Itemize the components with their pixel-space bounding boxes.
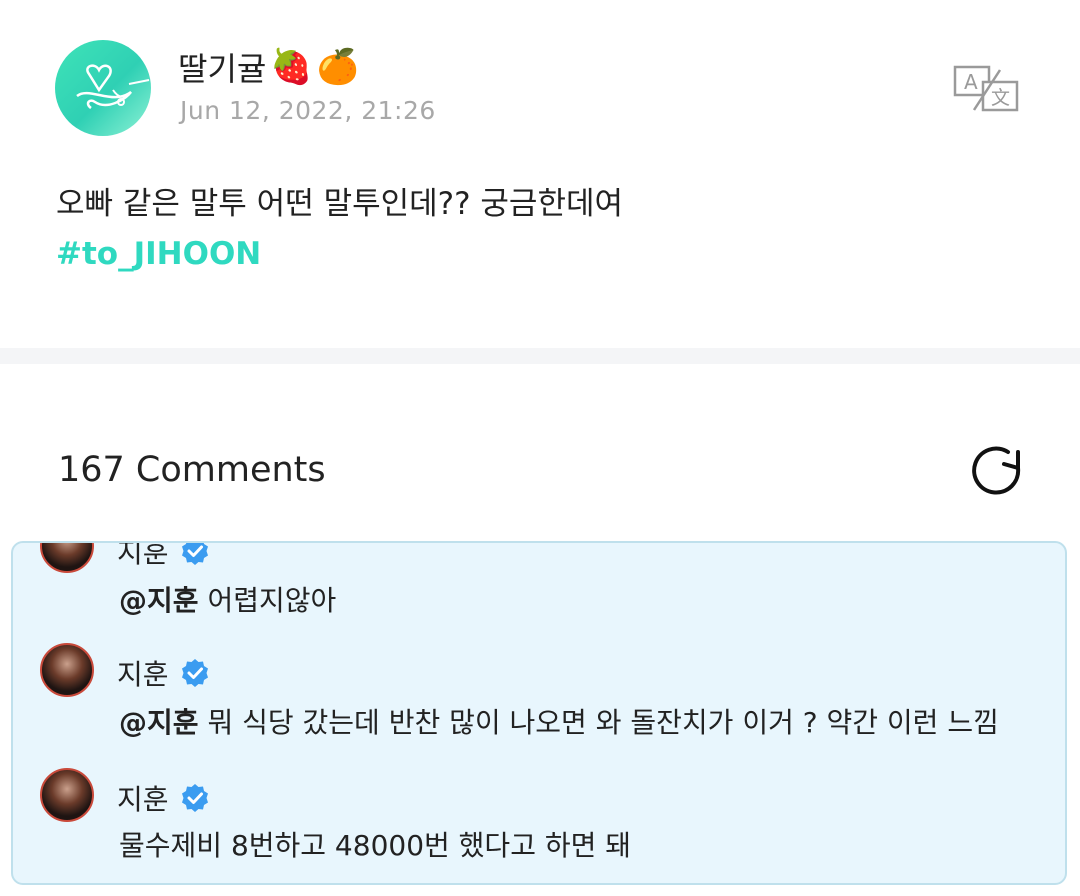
- post-date: Jun 12, 2022, 21:26: [180, 96, 436, 125]
- comments-count: 167 Comments: [58, 450, 326, 490]
- post-text: 오빠 같은 말투 어떤 말투인데?? 궁금한데여: [56, 186, 624, 222]
- section-divider: [0, 348, 1080, 364]
- svg-text:A: A: [964, 70, 978, 94]
- verified-badge-icon: [181, 543, 208, 565]
- commenter-name-row: 지훈: [117, 543, 211, 571]
- comment-body: 어렵지않아: [207, 584, 337, 617]
- strawberry-emoji: 🍓: [270, 47, 313, 87]
- hashtag-link[interactable]: #to_JIHOON: [56, 236, 261, 272]
- commenter-avatar[interactable]: [40, 543, 94, 573]
- commenter-name[interactable]: 지훈: [117, 653, 169, 693]
- translate-button[interactable]: A 文: [952, 64, 1022, 114]
- mention-link[interactable]: @지훈: [119, 706, 199, 739]
- tangerine-emoji: 🍊: [316, 47, 360, 87]
- author-name[interactable]: 딸기귤 🍓 🍊: [178, 44, 359, 90]
- svg-text:文: 文: [991, 87, 1010, 109]
- verified-badge-icon: [181, 659, 208, 687]
- author-avatar[interactable]: [55, 40, 151, 136]
- post-card: 딸기귤 🍓 🍊 Jun 12, 2022, 21:26 A 文 오빠 같은 말투…: [0, 0, 1080, 348]
- comment-body: 뭐 식당 갔는데 반찬 많이 나오면 와 돌잔치가 이거 ? 약간 이런 느낌: [207, 706, 999, 739]
- mention-link[interactable]: @지훈: [119, 584, 199, 617]
- comment-body: 물수제비 8번하고 48000번 했다고 하면 돼: [119, 829, 632, 862]
- refresh-icon: [972, 446, 1021, 495]
- author-name-text: 딸기귤: [178, 50, 267, 88]
- heart-logo-icon: [76, 64, 150, 110]
- translate-icon: A 文: [953, 65, 1019, 112]
- refresh-button[interactable]: [968, 442, 1028, 498]
- commenter-name-row: 지훈: [117, 778, 211, 818]
- comment-text: 물수제비 8번하고 48000번 했다고 하면 돼: [119, 824, 631, 864]
- comment-thread[interactable]: 지훈 @지훈 어렵지않아 지훈 @지훈 뭐 식당 갔는데 반찬 많이 나오면 와…: [11, 541, 1067, 885]
- commenter-name-row: 지훈: [117, 653, 211, 693]
- commenter-avatar[interactable]: [40, 643, 94, 697]
- verified-badge-icon: [181, 784, 208, 812]
- comment-text: @지훈 어렵지않아: [119, 579, 336, 619]
- commenter-avatar[interactable]: [40, 768, 94, 822]
- commenter-name[interactable]: 지훈: [117, 778, 169, 818]
- commenter-name[interactable]: 지훈: [117, 543, 169, 571]
- comment-text: @지훈 뭐 식당 갔는데 반찬 많이 나오면 와 돌잔치가 이거 ? 약간 이런…: [119, 701, 999, 741]
